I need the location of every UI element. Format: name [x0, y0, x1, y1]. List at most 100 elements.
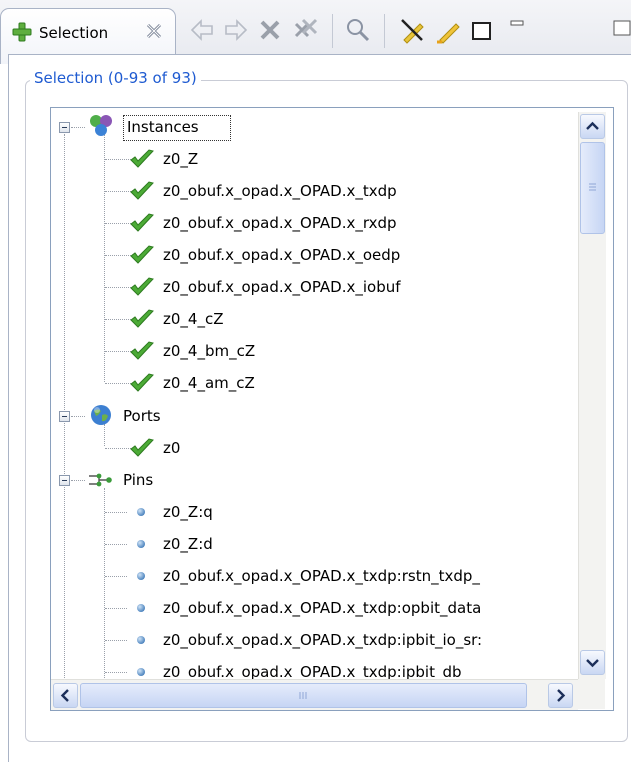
search-icon[interactable]: [344, 16, 372, 44]
scrollbar-corner: [578, 679, 605, 709]
pin-dot-icon: [137, 508, 145, 516]
tree-connector: [105, 512, 127, 513]
tree-node-label: Ports: [123, 407, 161, 425]
back-arrow-icon[interactable]: [188, 16, 216, 44]
tree-node-label: Instances: [127, 118, 199, 136]
tree-connector: [105, 640, 127, 641]
checkmark-icon: [130, 438, 154, 457]
scroll-right-button[interactable]: [548, 683, 573, 708]
tree-connector: [105, 383, 131, 384]
tree-item-label: z0_obuf.x_opad.x_OPAD.x_txdp:opbit_data: [163, 599, 482, 617]
tree-item-pin[interactable]: z0_obuf.x_opad.x_OPAD.x_txdp:rstn_txdp_: [51, 561, 577, 591]
checkmark-icon: [130, 309, 154, 328]
tree-item[interactable]: z0_obuf.x_opad.x_OPAD.x_txdp: [51, 176, 577, 206]
tree-connector: [105, 255, 131, 256]
plus-icon: [12, 22, 32, 42]
tree-connector: [105, 576, 127, 577]
scroll-left-button[interactable]: [53, 683, 78, 708]
tree-connector: [105, 223, 131, 224]
tree-item-pin[interactable]: z0_obuf.x_opad.x_OPAD.x_txdp:opbit_data: [51, 593, 577, 623]
tree-item-label: z0_4_bm_cZ: [163, 342, 256, 360]
pin-dot-icon: [137, 604, 145, 612]
delete-x-icon[interactable]: [256, 16, 284, 44]
tree-node-instances[interactable]: Instances: [51, 112, 591, 142]
tree-item[interactable]: z0_4_cZ: [51, 304, 577, 334]
forward-arrow-icon[interactable]: [222, 16, 250, 44]
tree-node-pins[interactable]: Pins: [51, 465, 591, 495]
tree-item-label: z0_obuf.x_opad.x_OPAD.x_oedp: [163, 246, 401, 264]
selection-tree[interactable]: Instances z0_Z z0_obuf.x_opad.x_OPAD.x_tx…: [50, 107, 614, 711]
tree-node-ports[interactable]: Ports: [51, 401, 591, 431]
tree-item-pin[interactable]: z0_Z:q: [51, 497, 577, 527]
tree-connector: [105, 159, 131, 160]
selection-legend: Selection (0-93 of 93): [30, 69, 201, 87]
tree-item[interactable]: z0_obuf.x_opad.x_OPAD.x_rxdp: [51, 208, 577, 238]
close-icon[interactable]: [145, 22, 163, 40]
tree-connector: [105, 287, 131, 288]
tree-connector: [105, 191, 131, 192]
chevron-left-icon: [60, 689, 69, 702]
tree-item-label: z0_Z:q: [163, 503, 213, 521]
tree-item-pin[interactable]: z0_obuf.x_opad.x_OPAD.x_txdp:ipbit_io_sr…: [51, 625, 577, 655]
tree-connector: [105, 319, 131, 320]
grip-icon: [589, 183, 596, 191]
horizontal-scrollbar[interactable]: [51, 679, 578, 710]
tree-item-label: z0_obuf.x_opad.x_OPAD.x_txdp: [163, 182, 397, 200]
highlight-pen-icon[interactable]: [434, 16, 462, 44]
tree-item[interactable]: z0_4_bm_cZ: [51, 336, 577, 366]
tree-connector: [105, 672, 127, 673]
tree-item[interactable]: z0_obuf.x_opad.x_OPAD.x_oedp: [51, 240, 577, 270]
grip-icon: [299, 692, 307, 699]
tree-item[interactable]: z0_Z: [51, 144, 577, 174]
toolbar-separator: [384, 14, 385, 48]
toolbar-separator: [332, 14, 333, 48]
checkmark-icon: [130, 373, 154, 392]
tree-item-label: z0_obuf.x_opad.x_OPAD.x_txdp:ipbit_io_sr…: [163, 631, 483, 649]
checkmark-icon: [130, 245, 154, 264]
checkmark-icon: [130, 181, 154, 200]
tree-item-label: z0: [163, 439, 181, 457]
tree-connector: [105, 544, 127, 545]
checkmark-icon: [130, 149, 154, 168]
maximize-icon[interactable]: [608, 16, 631, 44]
tree-node-label: Pins: [123, 471, 154, 489]
pin-dot-icon: [137, 540, 145, 548]
minimize-icon[interactable]: [508, 16, 536, 44]
tree-item[interactable]: z0: [51, 433, 577, 463]
tree-item-label: z0_4_cZ: [163, 310, 224, 328]
chevron-down-icon: [586, 659, 599, 668]
collapse-toggle[interactable]: [59, 122, 70, 133]
tree-item-label: z0_Z: [163, 150, 199, 168]
tree-item[interactable]: z0_obuf.x_opad.x_OPAD.x_iobuf: [51, 272, 577, 302]
pin-dot-icon: [137, 572, 145, 580]
instances-icon: [90, 115, 112, 136]
tree-item-label: z0_4_am_cZ: [163, 374, 255, 392]
pin-dot-icon: [137, 668, 145, 676]
pins-icon: [89, 473, 112, 487]
chevron-right-icon: [557, 689, 566, 702]
horizontal-scroll-thumb[interactable]: [80, 683, 527, 708]
collapse-toggle[interactable]: [59, 411, 70, 422]
tree-item-label: z0_obuf.x_opad.x_OPAD.x_rxdp: [163, 214, 397, 232]
vertical-scroll-thumb[interactable]: [580, 142, 605, 234]
tree-item-pin[interactable]: z0_Z:d: [51, 529, 577, 559]
tree-connector: [105, 351, 131, 352]
tab-title: Selection: [39, 24, 109, 42]
scroll-up-button[interactable]: [580, 114, 605, 139]
checkmark-icon: [130, 213, 154, 232]
tree-connector: [105, 448, 131, 449]
checkmark-icon: [130, 277, 154, 296]
rectangle-icon[interactable]: [468, 16, 496, 44]
clear-highlight-icon[interactable]: [398, 16, 426, 44]
chevron-up-icon: [586, 121, 599, 130]
checkmark-icon: [130, 341, 154, 360]
delete-all-icon[interactable]: [292, 16, 320, 44]
scroll-down-button[interactable]: [580, 650, 605, 675]
collapse-toggle[interactable]: [59, 475, 70, 486]
tree-item-label: z0_obuf.x_opad.x_OPAD.x_iobuf: [163, 278, 401, 296]
tree-item-label: z0_Z:d: [163, 535, 213, 553]
tree-item[interactable]: z0_4_am_cZ: [51, 368, 577, 398]
tree-connector: [105, 608, 127, 609]
globe-icon: [91, 405, 111, 425]
vertical-scrollbar[interactable]: [578, 112, 606, 679]
